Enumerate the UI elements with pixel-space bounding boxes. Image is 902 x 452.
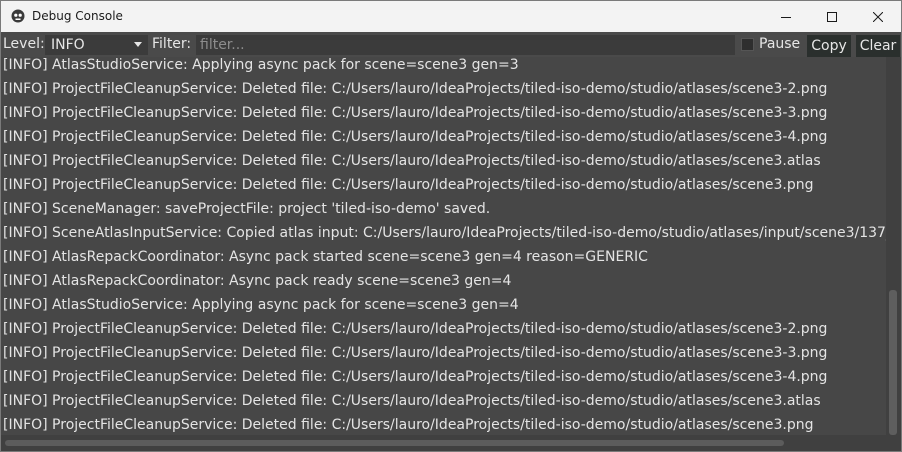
clear-button[interactable]: Clear	[856, 35, 900, 57]
minimize-button[interactable]	[763, 1, 809, 32]
chevron-down-icon	[134, 42, 142, 47]
log-line: [INFO] ProjectFileCleanupService: Delete…	[3, 393, 821, 409]
horizontal-scrollbar[interactable]	[1, 435, 901, 451]
log-line: [INFO] SceneManager: saveProjectFile: pr…	[3, 201, 491, 217]
maximize-icon	[827, 11, 837, 22]
pause-checkbox[interactable]	[741, 38, 754, 51]
log-line: [INFO] ProjectFileCleanupService: Delete…	[3, 177, 814, 193]
window-title: Debug Console	[32, 9, 123, 23]
vertical-scroll-thumb[interactable]	[889, 290, 897, 435]
log-line: [INFO] ProjectFileCleanupService: Delete…	[3, 369, 828, 385]
log-line: [INFO] AtlasRepackCoordinator: Async pac…	[3, 273, 512, 289]
horizontal-scroll-thumb[interactable]	[5, 440, 784, 446]
filter-input[interactable]	[196, 35, 735, 55]
level-value: INFO	[51, 37, 85, 53]
log-line: [INFO] AtlasStudioService: Applying asyn…	[3, 57, 519, 73]
log-line: [INFO] AtlasRepackCoordinator: Async pac…	[3, 249, 648, 265]
log-output[interactable]: [INFO] AtlasStudioService: Applying asyn…	[1, 57, 886, 435]
log-line: [INFO] ProjectFileCleanupService: Delete…	[3, 345, 828, 361]
level-dropdown[interactable]: INFO	[45, 35, 148, 55]
log-line: [INFO] ProjectFileCleanupService: Delete…	[3, 81, 828, 97]
pause-label[interactable]: Pause	[759, 32, 800, 57]
close-icon	[873, 11, 883, 22]
minimize-icon	[781, 16, 791, 18]
log-line: [INFO] ProjectFileCleanupService: Delete…	[3, 129, 828, 145]
copy-button[interactable]: Copy	[807, 35, 851, 57]
log-line: [INFO] SceneAtlasInputService: Copied at…	[3, 225, 886, 241]
console-toolbar: Level: INFO Filter: Pause Copy Clear	[1, 32, 901, 57]
close-button[interactable]	[855, 1, 901, 32]
vertical-scrollbar[interactable]	[886, 57, 901, 435]
log-line: [INFO] AtlasStudioService: Applying asyn…	[3, 297, 519, 313]
app-icon	[11, 9, 25, 23]
filter-label: Filter:	[152, 36, 192, 52]
level-label: Level:	[3, 36, 45, 52]
title-bar[interactable]: Debug Console	[1, 1, 901, 32]
log-line: [INFO] ProjectFileCleanupService: Delete…	[3, 105, 828, 121]
log-list: [INFO] AtlasStudioService: Applying asyn…	[1, 57, 886, 435]
debug-console-window: Debug Console Level: INFO Filter: Pause	[0, 0, 902, 452]
log-line: [INFO] ProjectFileCleanupService: Delete…	[3, 417, 814, 433]
log-line: [INFO] ProjectFileCleanupService: Delete…	[3, 153, 821, 169]
log-line: [INFO] ProjectFileCleanupService: Delete…	[3, 321, 828, 337]
maximize-button[interactable]	[809, 1, 855, 32]
